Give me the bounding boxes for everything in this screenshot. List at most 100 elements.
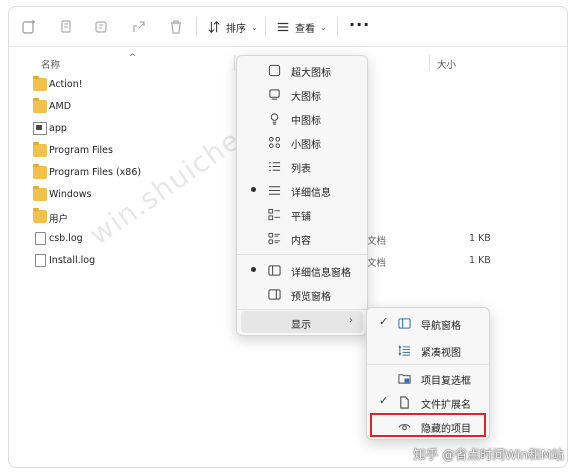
details-icon: [267, 183, 281, 197]
view-button[interactable]: 查看 ⌄: [276, 16, 327, 38]
app-icon: [33, 122, 47, 135]
menu-item-label: 显示: [291, 320, 311, 331]
list-icon: [267, 159, 281, 173]
menu-item-label: 内容: [291, 236, 311, 247]
menu-item-item-checkboxes[interactable]: 项目复选框: [371, 367, 485, 389]
sort-button[interactable]: 排序 ⌄: [207, 16, 258, 38]
rename-icon[interactable]: [92, 17, 112, 37]
file-name: Install.log: [49, 255, 96, 266]
file-ext-icon: [397, 395, 411, 409]
view-icon: [277, 22, 289, 32]
menu-item-large-icons[interactable]: 大图标: [241, 83, 363, 105]
menu-item-small-icons[interactable]: 小图标: [241, 131, 363, 153]
file-size: 1 KB: [469, 233, 491, 244]
toolbar: 排序 ⌄ 查看 ⌄ ···: [9, 7, 567, 47]
nav-pane-icon: [397, 316, 411, 330]
file-name: AMD: [49, 101, 72, 112]
chevron-down-icon: ⌄: [320, 22, 327, 32]
file-name: Action!: [49, 79, 83, 90]
folder-icon: [33, 142, 47, 157]
bulb-icon: [267, 111, 281, 125]
chevron-down-icon: ⌄: [251, 22, 258, 32]
menu-item-label: 大图标: [291, 92, 321, 103]
menu-item-label: 详细信息: [291, 188, 331, 199]
chevron-right-icon: ›: [349, 315, 353, 326]
menu-item-tiles[interactable]: 平铺: [241, 203, 363, 225]
menu-item-label: 详细信息窗格: [291, 268, 351, 279]
column-name[interactable]: 名称: [41, 57, 60, 71]
credit-text: 知乎 @省点时间Win和M站: [413, 447, 564, 462]
content-icon: [267, 231, 281, 245]
menu-item-label: 平铺: [291, 212, 311, 223]
folder-icon: [33, 186, 47, 201]
file-icon: [35, 232, 46, 245]
menu-divider: [367, 364, 489, 365]
details-pane-icon: [267, 263, 281, 277]
toolbar-divider: [196, 17, 197, 37]
folder-icon: [33, 164, 47, 179]
menu-item-label: 导航窗格: [421, 321, 461, 332]
monitor-icon: [267, 87, 281, 101]
menu-item-content[interactable]: 内容: [241, 227, 363, 249]
menu-divider: [237, 254, 367, 255]
sort-icon: [208, 21, 220, 33]
menu-item-label: 列表: [291, 164, 311, 175]
delete-icon[interactable]: [166, 17, 186, 37]
view-label: 查看: [295, 23, 315, 35]
menu-item-show[interactable]: 显示 ›: [241, 311, 363, 333]
file-type: 文档: [367, 258, 387, 269]
menu-item-label: 项目复选框: [421, 376, 471, 387]
checkbox-icon: [397, 371, 411, 385]
toolbar-divider: [337, 17, 338, 37]
file-name: app: [49, 123, 67, 134]
menu-item-label: 预览窗格: [291, 292, 331, 303]
menu-item-details-pane[interactable]: 详细信息窗格: [241, 259, 363, 281]
menu-item-label: 文件扩展名: [421, 400, 471, 411]
menu-item-navigation-pane[interactable]: ✓ 导航窗格: [371, 312, 485, 334]
file-name: Windows: [49, 189, 92, 200]
menu-item-medium-icons[interactable]: 中图标: [241, 107, 363, 129]
column-divider[interactable]: [429, 55, 430, 71]
selected-bullet-icon: [251, 267, 256, 272]
menu-item-preview-pane[interactable]: 预览窗格: [241, 283, 363, 305]
menu-item-list[interactable]: 列表: [241, 155, 363, 177]
monitor-icon: [267, 63, 281, 77]
folder-icon: [33, 76, 47, 91]
file-name: csb.log: [49, 233, 83, 244]
menu-item-compact-view[interactable]: 紧凑视图: [371, 339, 485, 361]
view-menu: 超大图标 大图标 中图标 小图标 列表 详细信息 平铺 内容 详细信息窗格 预览…: [236, 55, 368, 336]
check-icon: ✓: [379, 394, 389, 407]
menu-item-label: 超大图标: [291, 68, 331, 79]
tiles-icon: [267, 207, 281, 221]
file-name: Program Files: [49, 145, 113, 156]
folder-icon: [33, 98, 47, 113]
new-icon[interactable]: [19, 17, 39, 37]
more-button[interactable]: ···: [349, 17, 370, 33]
compact-icon: [397, 343, 411, 357]
column-divider[interactable]: [234, 55, 235, 71]
sort-label: 排序: [226, 23, 246, 35]
file-name: Program Files (x86): [49, 167, 142, 178]
highlight-box: [370, 413, 486, 437]
share-icon[interactable]: [129, 17, 149, 37]
menu-item-file-extensions[interactable]: ✓ 文件扩展名: [371, 391, 485, 413]
grid-icon: [267, 135, 281, 149]
file-size: 1 KB: [469, 255, 491, 266]
menu-item-extra-large-icons[interactable]: 超大图标: [241, 59, 363, 81]
file-name: 用户: [49, 214, 69, 225]
menu-item-label: 小图标: [291, 140, 321, 151]
file-type: 文档: [367, 236, 387, 247]
copy-icon[interactable]: [56, 17, 76, 37]
menu-item-label: 紧凑视图: [421, 348, 461, 359]
folder-icon: [33, 208, 47, 223]
file-icon: [35, 254, 46, 267]
selected-bullet-icon: [251, 187, 256, 192]
menu-item-label: 中图标: [291, 116, 321, 127]
toolbar-divider: [265, 17, 266, 37]
menu-divider: [237, 309, 367, 310]
menu-item-details[interactable]: 详细信息: [241, 179, 363, 201]
preview-pane-icon: [267, 287, 281, 301]
column-size[interactable]: 大小: [437, 57, 456, 71]
check-icon: ✓: [379, 315, 389, 328]
sort-arrow-icon: ^: [129, 53, 137, 63]
